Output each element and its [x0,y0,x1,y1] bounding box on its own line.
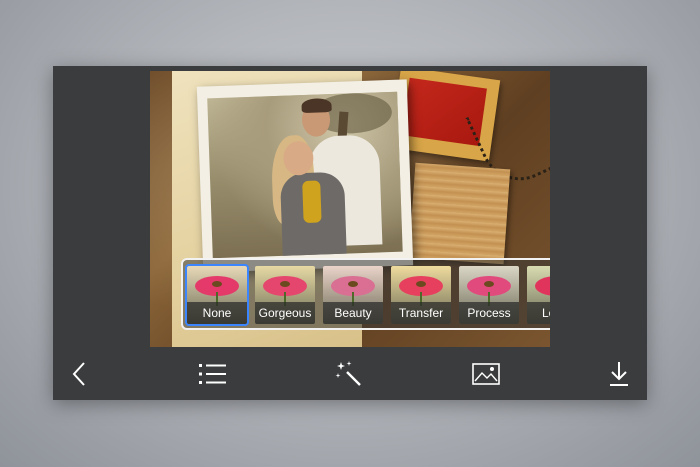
app-window: NoneGorgeousBeautyTransferProcessLomoOld… [53,66,647,400]
filter-thumb-none[interactable]: None [185,264,249,326]
magic-wand-icon [335,361,361,386]
scarf [302,180,322,224]
filter-label: Process [459,302,519,324]
flower-preview-icon [195,276,239,306]
list-icon [199,364,226,384]
effects-button[interactable] [331,358,367,390]
flower-preview-icon [535,276,550,296]
filter-label: Gorgeous [255,302,315,324]
flower-preview-icon [399,276,443,306]
list-button[interactable] [195,358,231,390]
filter-thumb-lomo[interactable]: Lomo [527,266,550,324]
chevron-left-icon [72,362,85,386]
download-button[interactable] [601,358,637,390]
filter-label: None [187,302,247,324]
filter-label: Lomo [527,302,550,324]
man-hair [301,98,332,114]
filter-thumb-gorgeous[interactable]: Gorgeous [255,266,315,324]
download-icon [610,362,628,386]
filter-label: Beauty [323,302,383,324]
polaroid-frame [196,79,414,273]
flower-preview-icon [331,276,375,306]
flower-preview-icon [263,276,307,306]
filter-thumb-beauty[interactable]: Beauty [323,266,383,324]
flower-preview-icon [467,276,511,306]
gallery-button[interactable] [468,358,504,390]
photo-frame-canvas[interactable]: NoneGorgeousBeautyTransferProcessLomoOld… [150,71,550,347]
filter-thumb-process[interactable]: Process [459,266,519,324]
image-icon [472,363,500,385]
wood-board-decoration [408,162,511,265]
filter-strip[interactable]: NoneGorgeousBeautyTransferProcessLomoOld… [181,258,550,330]
filter-label: Transfer [391,302,451,324]
back-button[interactable] [61,358,97,390]
bottom-toolbar [53,349,647,400]
filter-thumb-transfer[interactable]: Transfer [391,266,451,324]
couple-photo[interactable] [207,91,403,259]
